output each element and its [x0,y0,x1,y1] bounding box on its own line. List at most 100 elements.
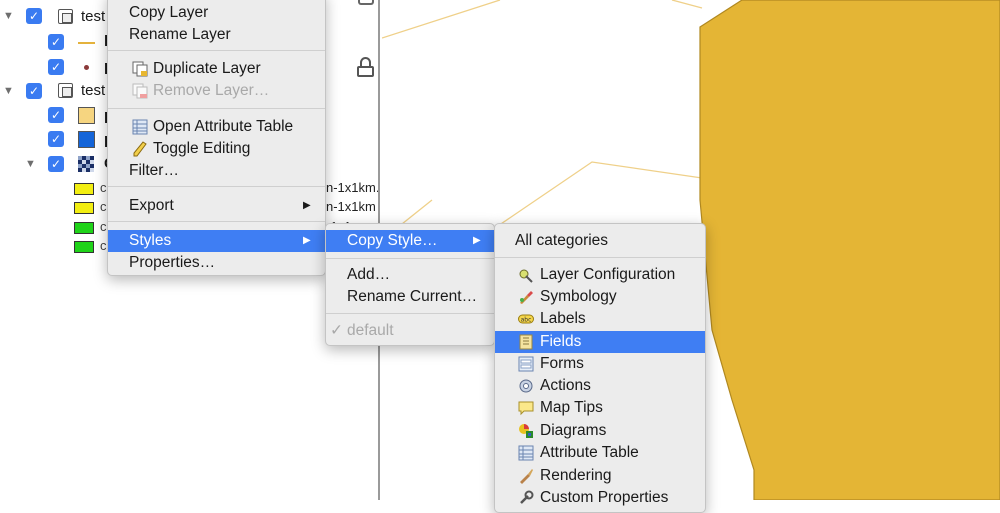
polygon-layer-icon [78,107,95,124]
layer-checkbox[interactable]: ✓ [48,59,64,75]
menu-item-label: Layer Configuration [540,266,676,283]
submenu-arrow-icon: ▶ [303,200,311,211]
legend-label-suffix: n-1x1km [326,199,376,214]
menu-item-symbology[interactable]: Symbology [495,286,705,308]
menu-item-label: Remove Layer… [153,82,270,99]
menu-item-attribute-table[interactable]: Attribute Table [495,442,705,464]
submenu-arrow-icon: ▶ [303,235,311,246]
menu-item-label: Open Attribute Table [153,118,294,135]
layer-context-menu: Copy Layer Rename Layer Duplicate Layer … [107,0,326,276]
menu-item-rendering[interactable]: Rendering [495,465,705,487]
menu-item-export[interactable]: Export ▶ [108,195,325,217]
menu-item-add-style[interactable]: Add… [326,264,494,286]
menu-item-label: Actions [540,377,591,394]
copy-style-submenu: All categories Layer Configuration Symbo… [494,223,706,513]
menu-item-label: Export [129,197,174,214]
svg-text:abc: abc [521,317,532,324]
duplicate-icon [132,61,148,77]
menu-separator [108,108,325,109]
menu-item-default-style[interactable]: ✓ default [326,320,494,342]
menu-separator [108,50,325,51]
menu-item-duplicate-layer[interactable]: Duplicate Layer [108,58,325,80]
menu-item-toggle-editing[interactable]: Toggle Editing [108,138,325,160]
menu-item-copy-style[interactable]: Copy Style… ▶ [326,230,494,252]
point-layer-icon [84,65,89,70]
menu-separator [108,221,325,222]
lock-icon[interactable] [357,57,374,77]
layer-checkbox[interactable]: ✓ [48,107,64,123]
collapse-triangle-icon[interactable]: ▼ [25,158,36,170]
menu-item-rename-layer[interactable]: Rename Layer [108,24,325,46]
map-tips-icon [518,401,534,416]
menu-item-all-categories[interactable]: All categories [495,230,705,252]
menu-item-label: Forms [540,355,584,372]
legend-swatch [74,202,94,214]
menu-item-label: Copy Layer [129,4,209,21]
styles-submenu: Copy Style… ▶ Add… Rename Current… ✓ def… [325,223,495,346]
menu-item-label: Styles [129,232,172,249]
menu-item-fields[interactable]: Fields [495,331,705,353]
menu-separator [326,313,494,314]
layer-checkbox[interactable]: ✓ [48,34,64,50]
menu-separator [326,258,494,259]
checkmark-icon: ✓ [330,322,343,339]
legend-swatch [74,183,94,195]
scroll-icon[interactable] [358,0,374,5]
menu-item-open-attribute-table[interactable]: Open Attribute Table [108,116,325,138]
menu-item-label: Copy Style… [347,232,438,249]
menu-item-label: Diagrams [540,422,607,439]
menu-item-actions[interactable]: Actions [495,375,705,397]
menu-item-label: Labels [540,310,586,327]
menu-item-custom-properties[interactable]: Custom Properties [495,487,705,509]
menu-item-label: Properties… [129,254,216,271]
menu-item-label: Rendering [540,467,612,484]
menu-item-diagrams[interactable]: Diagrams [495,420,705,442]
remove-layer-icon [132,83,148,99]
menu-item-map-tips[interactable]: Map Tips [495,397,705,419]
layer-label: test [81,82,106,99]
attribute-table-icon [518,445,534,461]
actions-icon [519,379,533,393]
menu-item-layer-configuration[interactable]: Layer Configuration [495,264,705,286]
polygon-layer-icon [78,131,95,148]
layer-checkbox[interactable]: ✓ [48,156,64,172]
forms-icon [518,356,534,372]
layer-checkbox[interactable]: ✓ [26,8,42,24]
legend-swatch [74,222,94,234]
menu-item-label: All categories [515,232,609,249]
menu-item-label: Rename Current… [347,288,478,305]
menu-item-remove-layer[interactable]: Remove Layer… [108,80,325,102]
layer-checkbox[interactable]: ✓ [48,131,64,147]
collapse-triangle-icon[interactable]: ▼ [3,10,14,22]
attribute-table-icon [132,119,148,135]
menu-item-styles[interactable]: Styles ▶ [108,230,325,252]
menu-separator [495,257,705,258]
layer-label: test [81,8,106,25]
menu-item-filter[interactable]: Filter… [108,160,325,182]
layer-checkbox[interactable]: ✓ [26,83,42,99]
diagrams-icon [519,424,533,438]
menu-item-copy-layer[interactable]: Copy Layer [108,2,325,24]
labels-icon: abc [518,314,534,324]
symbology-icon [520,291,533,304]
menu-item-label: Symbology [540,288,617,305]
custom-properties-icon [520,490,534,504]
menu-item-forms[interactable]: Forms [495,353,705,375]
collapse-triangle-icon[interactable]: ▼ [3,85,14,97]
menu-item-properties[interactable]: Properties… [108,252,325,274]
group-icon [58,83,73,98]
group-icon [58,9,73,24]
menu-item-label: Rename Layer [129,26,231,43]
layer-configuration-icon [519,269,533,283]
road-line [381,0,501,39]
road-line [491,161,703,231]
menu-item-label: Toggle Editing [153,140,251,157]
road-line [671,0,703,9]
polygon-feature [699,0,1000,501]
submenu-arrow-icon: ▶ [473,235,481,246]
menu-item-label: Filter… [129,162,179,179]
menu-item-label: Add… [347,266,391,283]
menu-item-rename-current-style[interactable]: Rename Current… [326,286,494,308]
menu-item-labels[interactable]: abc Labels [495,308,705,330]
legend-label-suffix: n-1x1km. [326,180,380,195]
